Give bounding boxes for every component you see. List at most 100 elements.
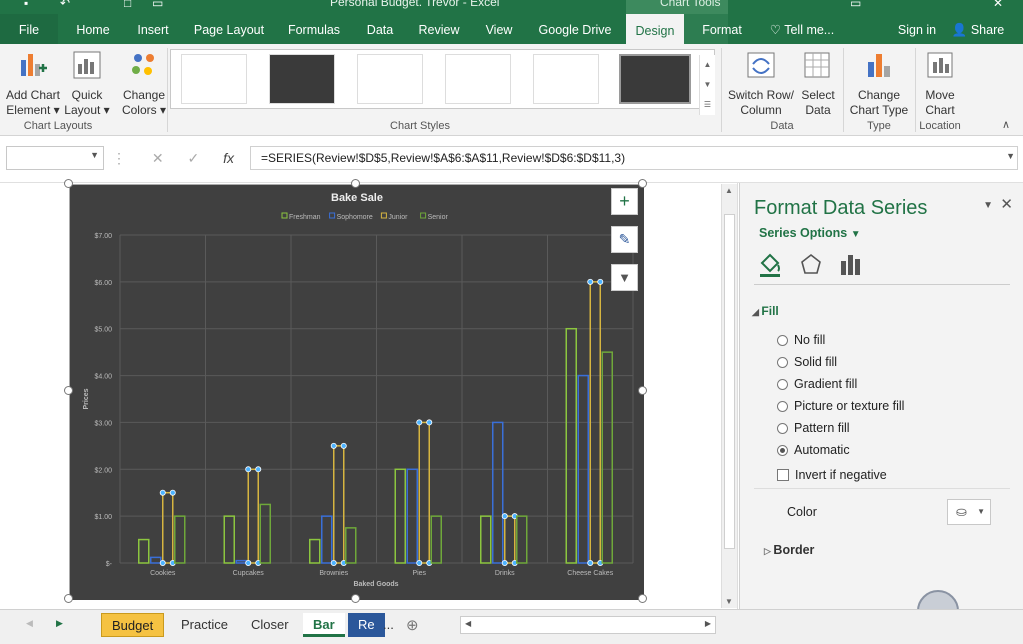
chart-elements-plus-icon[interactable]: + — [611, 188, 638, 215]
resize-handle[interactable] — [64, 594, 73, 603]
sheet-tab-bar[interactable]: Bar — [303, 613, 345, 637]
bake-sale-chart[interactable]: $- $1.00 $2.00 $3.00 $4.00 $5.00 $6.00 $7.00 Coo… — [70, 185, 644, 600]
chart-object[interactable]: $- $1.00 $2.00 $3.00 $4.00 $5.00 $6.00 $7.00 Coo… — [69, 184, 644, 600]
sheet-tab-budget[interactable]: Budget — [101, 613, 165, 637]
effects-pentagon-icon[interactable] — [798, 251, 824, 279]
chart-styles-brush-icon[interactable]: ✎ — [611, 226, 638, 253]
picture-texture-fill-radio[interactable]: Picture or texture fill — [777, 399, 904, 413]
tab-home[interactable]: Home — [70, 14, 116, 44]
folder-icon[interactable]: ▭ — [152, 0, 163, 10]
scroll-right-icon[interactable]: ▶ — [705, 619, 711, 628]
resize-handle[interactable] — [638, 179, 647, 188]
chart-style-1[interactable] — [181, 54, 247, 104]
tab-data[interactable]: Data — [360, 14, 400, 44]
gradient-fill-radio[interactable]: Gradient fill — [777, 377, 857, 391]
gallery-more-icon[interactable]: ☰ — [700, 95, 715, 115]
horizontal-scrollbar[interactable]: ◀ ▶ — [460, 616, 716, 634]
chart-filter-icon[interactable]: ▼ — [611, 264, 638, 291]
fill-section-header[interactable]: ◢ Fill — [752, 304, 779, 318]
resize-handle[interactable] — [64, 386, 73, 395]
cancel-icon[interactable]: ✕ — [152, 150, 164, 166]
tell-me-label: Tell me... — [784, 23, 835, 37]
tab-formulas[interactable]: Formulas — [282, 14, 346, 44]
resize-handle[interactable] — [351, 594, 360, 603]
chevron-down-icon: ▼ — [977, 507, 985, 516]
change-chart-type-button[interactable]: Change Chart Type — [846, 50, 912, 118]
collapse-ribbon-icon[interactable]: ∧ — [1002, 118, 1010, 131]
close-window-icon[interactable]: ✕ — [993, 0, 1003, 10]
close-pane-icon[interactable]: ✕ — [1000, 195, 1013, 213]
checkbox-box[interactable] — [777, 469, 789, 481]
series-options-dropdown[interactable]: Series Options ▼ — [759, 226, 861, 240]
formula-input[interactable]: =SERIES(Review!$D$5,Review!$A$6:$A$11,Re… — [250, 146, 1018, 170]
automatic-fill-radio[interactable]: Automatic — [777, 443, 850, 457]
tab-review[interactable]: Review — [414, 14, 464, 44]
scroll-up-icon[interactable]: ▲ — [725, 186, 733, 195]
select-data-button[interactable]: Select Data — [796, 50, 840, 118]
chart-style-2[interactable] — [269, 54, 335, 104]
more-sheets[interactable]: ... — [373, 613, 404, 637]
add-chart-element-button[interactable]: Add Chart Element ▾ — [4, 50, 62, 118]
save-icon[interactable]: ▪ — [24, 0, 28, 10]
switch-row-column-button[interactable]: Switch Row/ Column — [724, 50, 798, 118]
share-button[interactable]: 👤 Share — [948, 14, 1008, 44]
chart-style-4[interactable] — [445, 54, 511, 104]
tell-me-box[interactable]: ♡ Tell me... — [766, 14, 838, 44]
chart-style-5[interactable] — [533, 54, 599, 104]
switch-row-column-icon — [747, 52, 775, 78]
tab-page-layout[interactable]: Page Layout — [190, 14, 268, 44]
resize-handle[interactable] — [64, 179, 73, 188]
fill-color-picker[interactable]: ⛀ ▼ — [947, 499, 991, 525]
chart-style-3[interactable] — [357, 54, 423, 104]
solid-fill-radio[interactable]: Solid fill — [777, 355, 837, 369]
ribbon-separator — [843, 48, 844, 132]
pane-options-chevron-icon[interactable]: ▼ — [983, 200, 993, 211]
chart-style-selected[interactable] — [619, 54, 691, 104]
name-box[interactable]: ▼ — [6, 146, 104, 170]
no-fill-radio[interactable]: No fill — [777, 333, 825, 347]
new-file-icon[interactable]: □ — [124, 0, 131, 10]
border-section-header[interactable]: ▷ Border — [764, 543, 814, 557]
gallery-scroll[interactable]: ▲ ▼ ☰ — [699, 55, 715, 115]
scroll-down-icon[interactable]: ▼ — [725, 597, 733, 606]
radio-circle[interactable] — [777, 379, 788, 390]
fill-line-icon[interactable] — [758, 251, 784, 279]
next-sheet-icon[interactable]: ▶ — [56, 618, 63, 629]
radio-circle[interactable] — [777, 335, 788, 346]
sheet-tab-closer[interactable]: Closer — [241, 613, 299, 637]
move-chart-button[interactable]: Move Chart — [918, 50, 962, 118]
prev-sheet-icon[interactable]: ◀ — [26, 618, 33, 629]
radio-circle[interactable] — [777, 357, 788, 368]
resize-handle[interactable] — [638, 594, 647, 603]
series-options-bar-icon[interactable] — [838, 251, 864, 279]
radio-circle[interactable] — [777, 401, 788, 412]
vertical-scrollbar[interactable]: ▲ ▼ — [721, 184, 737, 608]
expand-formula-icon[interactable]: ▼ — [1006, 151, 1015, 161]
add-sheet-icon[interactable]: ⊕ — [406, 616, 419, 634]
radio-circle[interactable] — [777, 423, 788, 434]
ribbon-display-icon[interactable]: ▭ — [850, 0, 861, 10]
tab-insert[interactable]: Insert — [130, 14, 176, 44]
invert-if-negative-checkbox[interactable]: Invert if negative — [777, 468, 887, 482]
scroll-thumb[interactable] — [724, 214, 735, 549]
sheet-tab-practice[interactable]: Practice — [171, 613, 238, 637]
resize-handle[interactable] — [638, 386, 647, 395]
gallery-up-icon[interactable]: ▲ — [700, 55, 715, 75]
pattern-fill-radio[interactable]: Pattern fill — [777, 421, 850, 435]
resize-handle[interactable] — [351, 179, 360, 188]
tab-design[interactable]: Design — [626, 14, 684, 44]
change-colors-button[interactable]: Change Colors ▾ — [118, 50, 170, 118]
gallery-down-icon[interactable]: ▼ — [700, 75, 715, 95]
sign-in-link[interactable]: Sign in — [894, 14, 940, 44]
radio-circle-selected[interactable] — [777, 445, 788, 456]
tab-google-drive[interactable]: Google Drive — [534, 14, 616, 44]
quick-layout-button[interactable]: Quick Layout ▾ — [63, 50, 111, 118]
tab-file[interactable]: File — [0, 14, 58, 44]
tab-format[interactable]: Format — [696, 14, 748, 44]
undo-icon[interactable]: ↶ — [60, 0, 70, 10]
insert-function-icon[interactable]: fx — [223, 150, 234, 166]
scroll-left-icon[interactable]: ◀ — [465, 619, 471, 628]
tab-view[interactable]: View — [478, 14, 520, 44]
add-chart-element-label-2: Element ▾ — [6, 103, 60, 117]
enter-icon[interactable]: ✓ — [188, 150, 200, 166]
